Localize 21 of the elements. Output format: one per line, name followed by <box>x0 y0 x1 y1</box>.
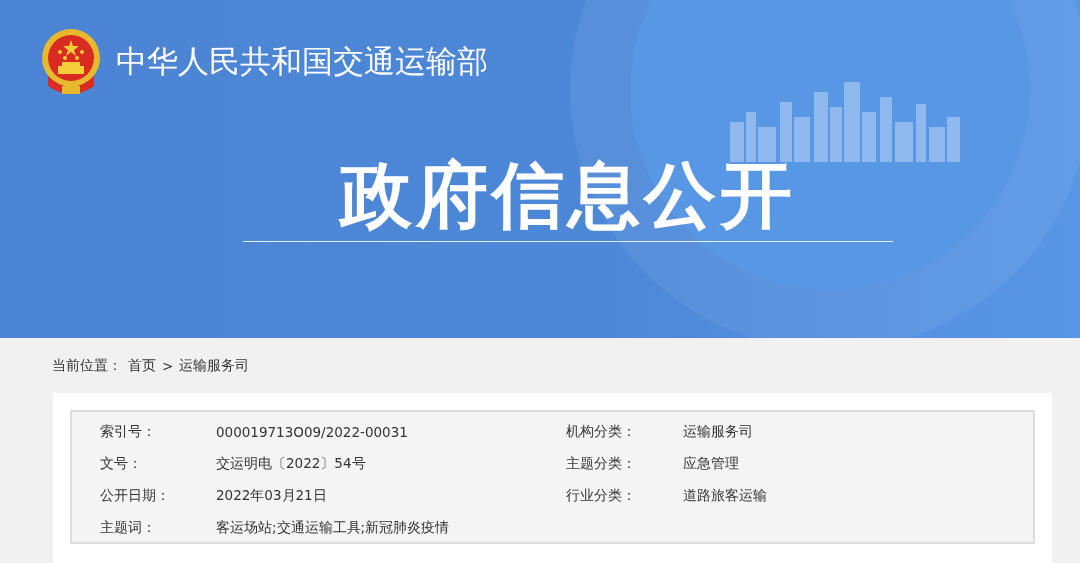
emblem-icon <box>42 29 100 94</box>
breadcrumb-link[interactable]: 首页 <box>128 357 156 375</box>
section-title: 政府信息公开 <box>340 156 796 236</box>
field-value: 2022年03月21日 <box>216 487 328 505</box>
field-label: 索引号： <box>100 423 157 441</box>
field-value: 道路旅客运输 <box>683 487 768 505</box>
breadcrumb-separator: > <box>162 358 174 374</box>
field-label: 公开日期： <box>100 487 171 505</box>
field-value: 交运明电〔2022〕54号 <box>216 455 367 473</box>
field-value: 运输服务司 <box>683 423 754 441</box>
breadcrumb-label: 当前位置： <box>52 357 122 375</box>
field-label: 主题分类： <box>566 455 637 473</box>
field-label: 机构分类： <box>566 423 637 441</box>
field-value: 应急管理 <box>683 455 740 473</box>
ministry-name: 中华人民共和国交通运输部 <box>116 42 488 81</box>
field-value: 000019713O09/2022-00031 <box>216 424 409 440</box>
field-label: 文号： <box>100 455 143 473</box>
field-value: 客运场站;交通运输工具;新冠肺炎疫情 <box>216 519 451 537</box>
field-label: 主题词： <box>100 519 157 537</box>
breadcrumb-link[interactable]: 运输服务司 <box>179 357 250 375</box>
field-label: 行业分类： <box>566 487 637 505</box>
